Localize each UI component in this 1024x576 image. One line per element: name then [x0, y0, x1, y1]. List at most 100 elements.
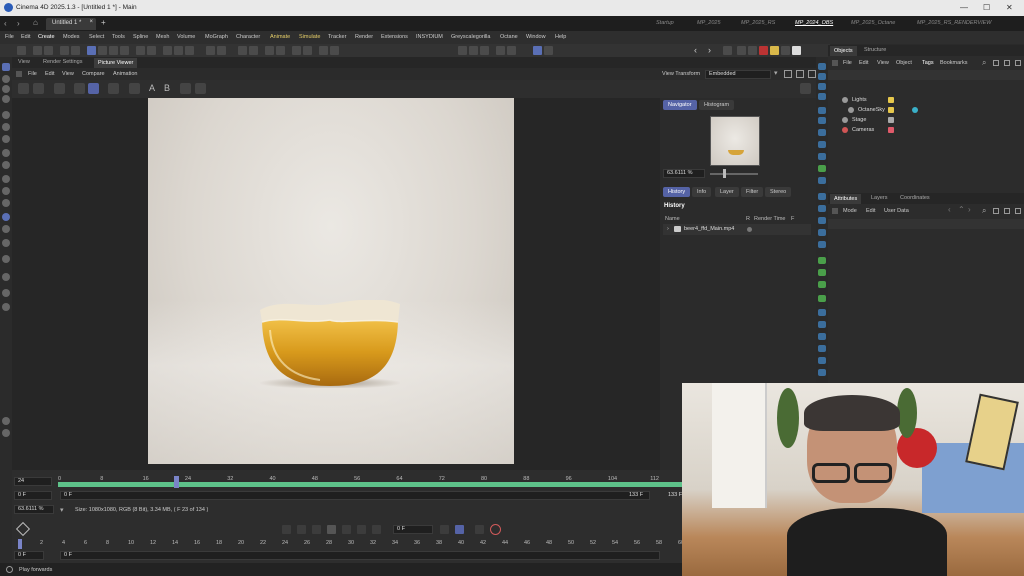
expand-arrow-icon[interactable]: › — [667, 226, 669, 232]
toolbar-button[interactable] — [276, 46, 285, 55]
tool-icon[interactable] — [818, 333, 826, 340]
tab-filter[interactable]: Filter — [741, 187, 764, 197]
half-circle-icon[interactable] — [108, 83, 119, 94]
toolbar-button[interactable] — [723, 46, 732, 55]
toolbar-button[interactable] — [544, 46, 553, 55]
toolbar-button[interactable] — [458, 46, 467, 55]
tool-icon[interactable] — [818, 177, 826, 184]
tab-objects[interactable]: Objects — [830, 46, 857, 56]
toolbar-button[interactable] — [185, 46, 194, 55]
menu-extensions[interactable]: Extensions — [381, 34, 408, 40]
mode-icon[interactable] — [2, 123, 10, 131]
ruler-start-field[interactable]: 0 F — [14, 551, 44, 560]
arrow-left-icon[interactable]: ‹ — [948, 205, 951, 214]
start-frame-field[interactable]: 0 F — [14, 491, 52, 500]
mode-icon[interactable] — [2, 149, 10, 157]
toolbar-button[interactable] — [163, 46, 172, 55]
tab-picture-viewer[interactable]: Picture Viewer — [94, 58, 138, 68]
tool-icon[interactable] — [818, 321, 826, 328]
arrow-left-icon[interactable]: ‹ — [694, 45, 697, 55]
add-tab-icon[interactable]: + — [101, 18, 106, 27]
obj-menu-view[interactable]: View — [877, 60, 889, 66]
tool-icon[interactable] — [818, 241, 826, 248]
panel-menu-icon[interactable] — [832, 208, 838, 214]
menu-character[interactable]: Character — [236, 34, 260, 40]
mode-icon[interactable] — [2, 289, 10, 297]
tab-history[interactable]: History — [663, 187, 691, 197]
popout-icon[interactable] — [808, 70, 816, 78]
object-row-lights[interactable]: Lights — [832, 95, 1024, 105]
ping-pong-icon[interactable] — [455, 525, 464, 534]
layout-mp-2024-obs[interactable]: MP_2024_OBS — [795, 20, 833, 26]
sun-icon[interactable] — [770, 46, 779, 55]
mode-icon[interactable] — [2, 187, 10, 195]
pv-menu-file[interactable]: File — [28, 71, 37, 77]
toolbar-button[interactable] — [330, 46, 339, 55]
toolbar-button[interactable] — [319, 46, 328, 55]
tool-icon[interactable] — [818, 117, 826, 124]
timeline-range-bar[interactable] — [58, 482, 682, 487]
panel-menu-icon[interactable] — [832, 60, 838, 66]
tool-icon[interactable] — [818, 165, 826, 172]
menu-create[interactable]: Create — [38, 34, 55, 40]
toolbar-button[interactable] — [174, 46, 183, 55]
render-region-icon[interactable] — [800, 83, 811, 94]
obj-menu-tags[interactable]: Tags — [922, 60, 934, 66]
menu-window[interactable]: Window — [526, 34, 546, 40]
toolbar-button[interactable] — [265, 46, 274, 55]
tool-icon[interactable] — [818, 217, 826, 224]
open-folder-icon[interactable] — [18, 83, 29, 94]
tab-stereo[interactable]: Stereo — [765, 187, 792, 197]
maximize-icon[interactable]: ☐ — [983, 3, 990, 12]
save-icon[interactable] — [33, 83, 44, 94]
history-row[interactable]: › beer4_ffd_Main.mp4 — [663, 224, 811, 235]
go-to-start-icon[interactable] — [282, 525, 291, 534]
zoom-slider-track[interactable] — [710, 173, 758, 175]
mode-icon[interactable] — [2, 161, 10, 169]
mode-icon[interactable] — [2, 239, 10, 247]
obj-menu-file[interactable]: File — [843, 60, 852, 66]
autokey-icon[interactable] — [490, 524, 501, 535]
play-icon[interactable] — [327, 525, 336, 534]
toolbar-button[interactable] — [60, 46, 69, 55]
tab-navigator[interactable]: Navigator — [663, 100, 697, 110]
attr-menu-edit[interactable]: Edit — [866, 208, 875, 214]
expand-icon[interactable] — [784, 70, 792, 78]
toolbar-button[interactable] — [507, 46, 516, 55]
mode-icon[interactable] — [2, 135, 10, 143]
mode-icon[interactable] — [2, 175, 10, 183]
search-icon[interactable]: ⌕ — [982, 58, 986, 68]
mode-icon[interactable] — [2, 273, 10, 281]
move-tool-icon[interactable] — [87, 46, 96, 55]
toolbar-button[interactable] — [44, 46, 53, 55]
toolbar-button[interactable] — [147, 46, 156, 55]
tool-icon[interactable] — [818, 229, 826, 236]
tab-histogram[interactable]: Histogram — [699, 100, 735, 110]
menu-octane[interactable]: Octane — [500, 34, 518, 40]
toolbar-button[interactable] — [33, 46, 42, 55]
tool-icon[interactable] — [818, 73, 826, 80]
mode-icon[interactable] — [2, 213, 10, 221]
rotate-tool-icon[interactable] — [98, 46, 107, 55]
lock-icon[interactable] — [993, 208, 999, 214]
menu-animate[interactable]: Animate — [270, 34, 290, 40]
arrow-right-icon[interactable]: › — [968, 205, 971, 214]
chevron-down-icon[interactable]: ▾ — [60, 506, 64, 514]
toolbar-button[interactable] — [206, 46, 215, 55]
navigator-thumbnail[interactable] — [710, 116, 760, 166]
forward-icon[interactable]: › — [17, 19, 20, 28]
toolbar-button[interactable] — [217, 46, 226, 55]
status-zoom-field[interactable]: 63.6111 % — [14, 505, 54, 514]
toolbar-button[interactable] — [71, 46, 80, 55]
layer-color-swatch[interactable] — [888, 117, 894, 123]
tab-coordinates[interactable]: Coordinates — [900, 195, 930, 201]
tab-close-icon[interactable]: × — [89, 19, 93, 25]
menu-tracker[interactable]: Tracker — [328, 34, 346, 40]
tool-icon[interactable] — [818, 369, 826, 376]
toolbar-button[interactable] — [120, 46, 129, 55]
tool-icon[interactable] — [818, 193, 826, 200]
menu-volume[interactable]: Volume — [177, 34, 195, 40]
preview-range-field[interactable]: 0 F — [60, 491, 650, 500]
tool-icon[interactable] — [818, 129, 826, 136]
toolbar-button[interactable] — [303, 46, 312, 55]
